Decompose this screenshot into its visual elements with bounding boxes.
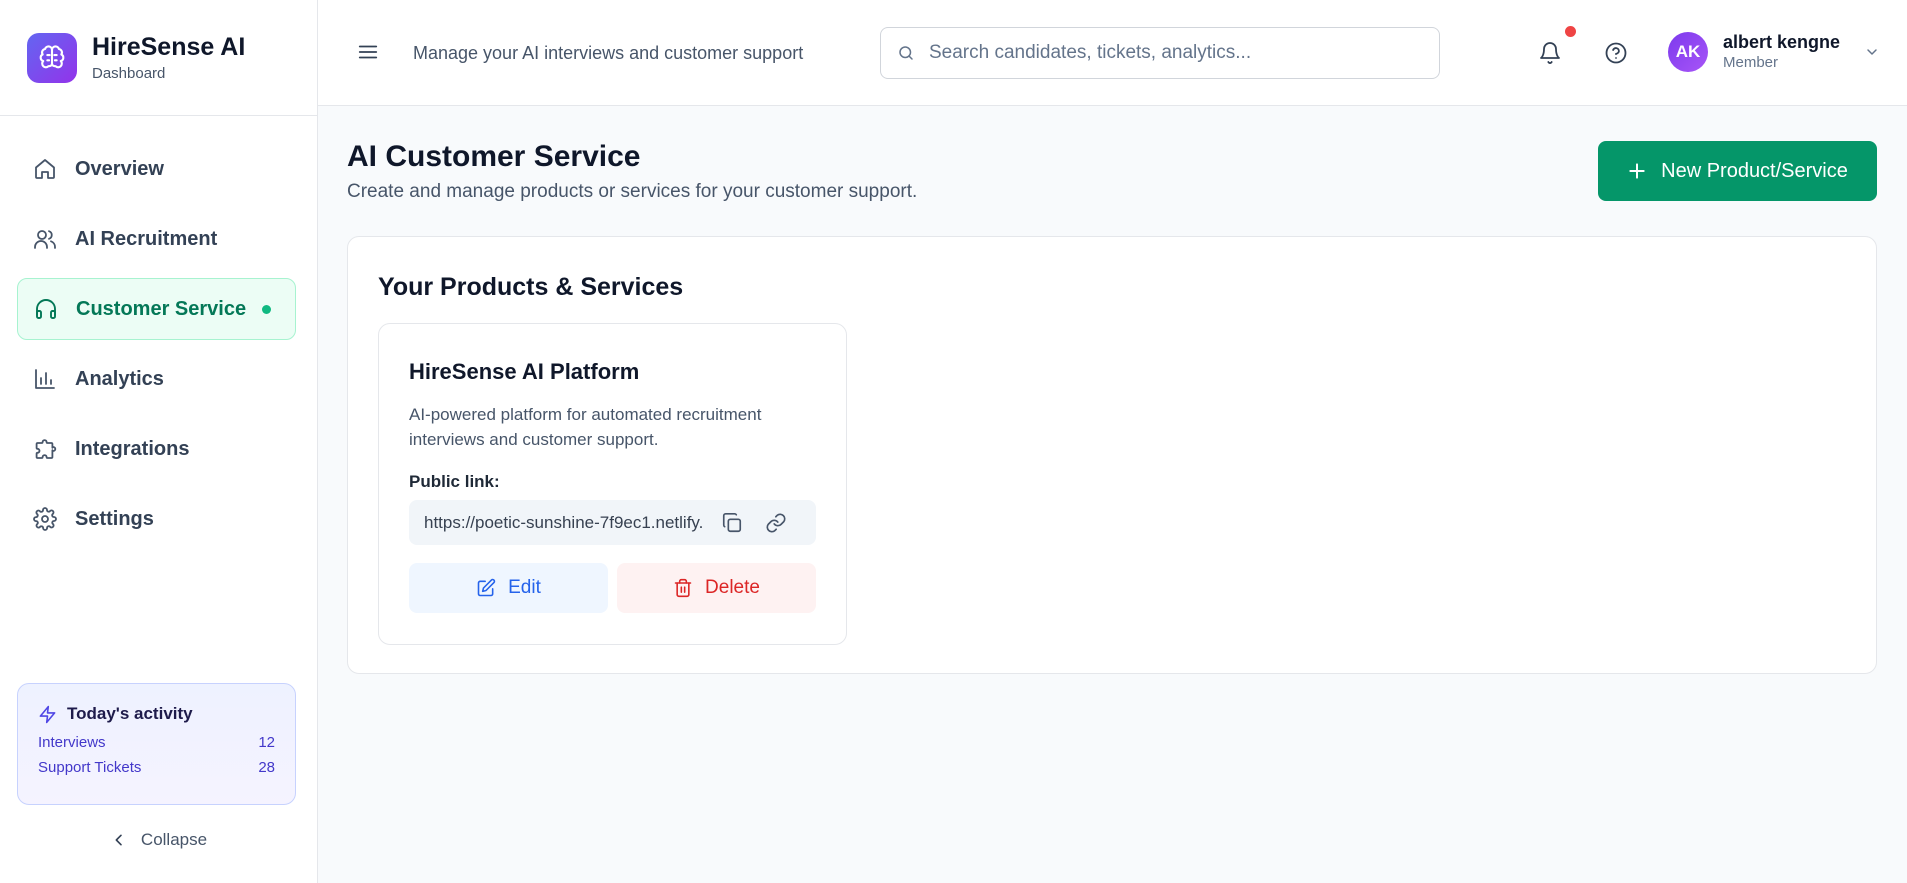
search-input[interactable]	[929, 42, 1409, 64]
trash-icon	[673, 578, 693, 598]
page-subtitle: Create and manage products or services f…	[347, 181, 918, 202]
sidebar-item-label: Integrations	[75, 437, 190, 460]
sidebar-item-overview[interactable]: Overview	[17, 138, 296, 200]
new-button-label: New Product/Service	[1661, 159, 1848, 182]
headphones-icon	[32, 295, 60, 323]
user-name: albert kengne	[1723, 32, 1841, 52]
sidebar-item-label: Customer Service	[76, 297, 247, 320]
gear-icon	[31, 505, 59, 533]
sidebar-item-label: Overview	[75, 157, 164, 180]
notification-badge	[1563, 24, 1578, 39]
copy-icon[interactable]	[717, 508, 747, 538]
link-icon[interactable]	[761, 508, 791, 538]
brand-subtitle: Dashboard	[92, 64, 166, 82]
user-role: Member	[1723, 54, 1779, 71]
sidebar-nav: Overview AI Recruitment Customer Service…	[17, 138, 296, 558]
user-menu[interactable]: AK albert kengne Member	[1668, 32, 1880, 72]
activity-title: Today's activity	[67, 704, 193, 723]
hamburger-menu-icon[interactable]	[356, 40, 380, 64]
top-header: Manage your AI interviews and customer s…	[318, 0, 1907, 106]
sidebar-item-label: Analytics	[75, 367, 164, 390]
todays-activity-card: Today's activity Interviews 12 Support T…	[17, 683, 296, 805]
help-circle-icon[interactable]	[1601, 38, 1631, 68]
new-product-service-button[interactable]: New Product/Service	[1598, 141, 1877, 201]
chevron-left-icon	[111, 832, 127, 848]
header-subtitle: Manage your AI interviews and customer s…	[413, 43, 804, 63]
activity-label: Interviews	[38, 734, 106, 751]
active-indicator-dot	[262, 304, 272, 314]
bell-icon[interactable]	[1535, 38, 1565, 68]
edit-button[interactable]: Edit	[409, 563, 608, 613]
users-icon	[31, 225, 59, 253]
delete-button[interactable]: Delete	[617, 563, 816, 613]
collapse-label: Collapse	[140, 830, 208, 849]
page-title: AI Customer Service	[347, 140, 641, 173]
public-link-label: Public link:	[409, 472, 500, 491]
sidebar-item-analytics[interactable]: Analytics	[17, 348, 296, 410]
public-link-url[interactable]: https://poetic-sunshine-7f9ec1.netlify.a…	[424, 513, 702, 533]
brand: HireSense AI Dashboard	[0, 0, 317, 116]
search-bar[interactable]	[880, 27, 1440, 79]
edit-icon	[476, 578, 496, 598]
delete-label: Delete	[705, 577, 760, 598]
sidebar-item-customer-service[interactable]: Customer Service	[17, 278, 296, 340]
puzzle-icon	[31, 435, 59, 463]
activity-row-interviews: Interviews 12	[38, 734, 275, 751]
activity-label: Support Tickets	[38, 759, 142, 776]
avatar: AK	[1668, 32, 1708, 72]
product-name: HireSense AI Platform	[409, 359, 640, 384]
public-link-box: https://poetic-sunshine-7f9ec1.netlify.a…	[409, 500, 816, 545]
activity-value: 28	[258, 759, 275, 776]
activity-row-support-tickets: Support Tickets 28	[38, 759, 275, 776]
panel-title: Your Products & Services	[378, 273, 684, 301]
home-icon	[31, 155, 59, 183]
edit-label: Edit	[508, 577, 541, 598]
sidebar-item-integrations[interactable]: Integrations	[17, 418, 296, 480]
product-card: HireSense AI Platform AI-powered platfor…	[378, 323, 847, 645]
brand-name: HireSense AI	[92, 32, 246, 61]
plus-icon	[1627, 161, 1647, 181]
brain-logo-icon	[27, 32, 77, 83]
search-icon	[897, 44, 915, 62]
product-description: AI-powered platform for automated recrui…	[409, 405, 762, 449]
sidebar-item-label: AI Recruitment	[75, 227, 218, 250]
lightning-icon	[38, 705, 57, 724]
sidebar-item-ai-recruitment[interactable]: AI Recruitment	[17, 208, 296, 270]
collapse-button[interactable]: Collapse	[0, 830, 318, 850]
sidebar-item-label: Settings	[75, 507, 154, 530]
sidebar: HireSense AI Dashboard Overview AI Recru…	[0, 0, 318, 883]
sidebar-item-settings[interactable]: Settings	[17, 488, 296, 550]
activity-value: 12	[258, 734, 275, 751]
bar-chart-icon	[31, 365, 59, 393]
chevron-down-icon	[1864, 44, 1880, 60]
products-panel: Your Products & Services HireSense AI Pl…	[347, 236, 1877, 674]
